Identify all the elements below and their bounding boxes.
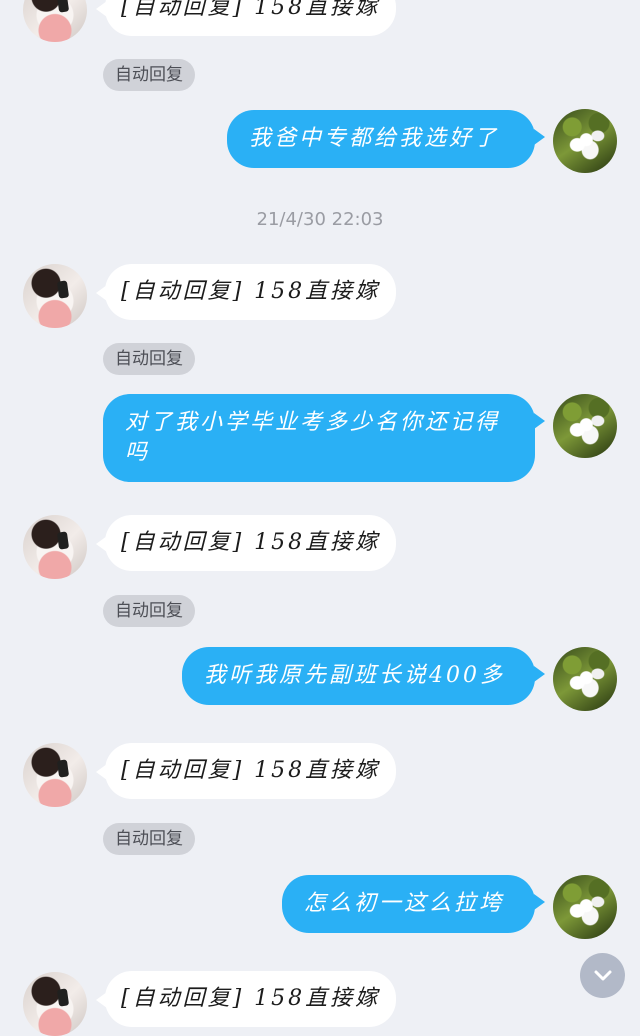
contact-avatar[interactable]	[23, 515, 87, 579]
contact-avatar[interactable]	[23, 743, 87, 807]
scroll-to-bottom-button[interactable]	[580, 953, 625, 998]
contact-avatar[interactable]	[23, 264, 87, 328]
outgoing-message-bubble[interactable]: 怎么初一这么拉垮	[282, 875, 545, 933]
incoming-message-bubble[interactable]: [自动回复] 158直接嫁	[95, 971, 397, 1027]
outgoing-message-bubble[interactable]: 对了我小学毕业考多少名你还记得吗	[103, 394, 545, 482]
incoming-message-bubble[interactable]: [自动回复] 158直接嫁	[95, 264, 397, 320]
incoming-message-bubble[interactable]: [自动回复] 158直接嫁	[95, 515, 397, 571]
my-avatar[interactable]	[553, 647, 617, 711]
auto-reply-badge: 自动回复	[103, 595, 195, 627]
auto-reply-badge: 自动回复	[103, 59, 195, 91]
my-avatar[interactable]	[553, 875, 617, 939]
contact-avatar[interactable]	[23, 972, 87, 1036]
incoming-message-bubble[interactable]: [自动回复] 158直接嫁	[95, 0, 397, 36]
chevron-down-icon	[594, 970, 611, 981]
outgoing-message-bubble[interactable]: 我爸中专都给我选好了	[227, 110, 545, 168]
my-avatar[interactable]	[553, 109, 617, 173]
contact-avatar[interactable]	[23, 0, 87, 42]
outgoing-message-bubble[interactable]: 我听我原先副班长说400多	[182, 647, 545, 705]
my-avatar[interactable]	[553, 394, 617, 458]
auto-reply-badge: 自动回复	[103, 823, 195, 855]
incoming-message-bubble[interactable]: [自动回复] 158直接嫁	[95, 743, 397, 799]
auto-reply-badge: 自动回复	[103, 343, 195, 375]
message-timestamp: 21/4/30 22:03	[256, 209, 384, 230]
